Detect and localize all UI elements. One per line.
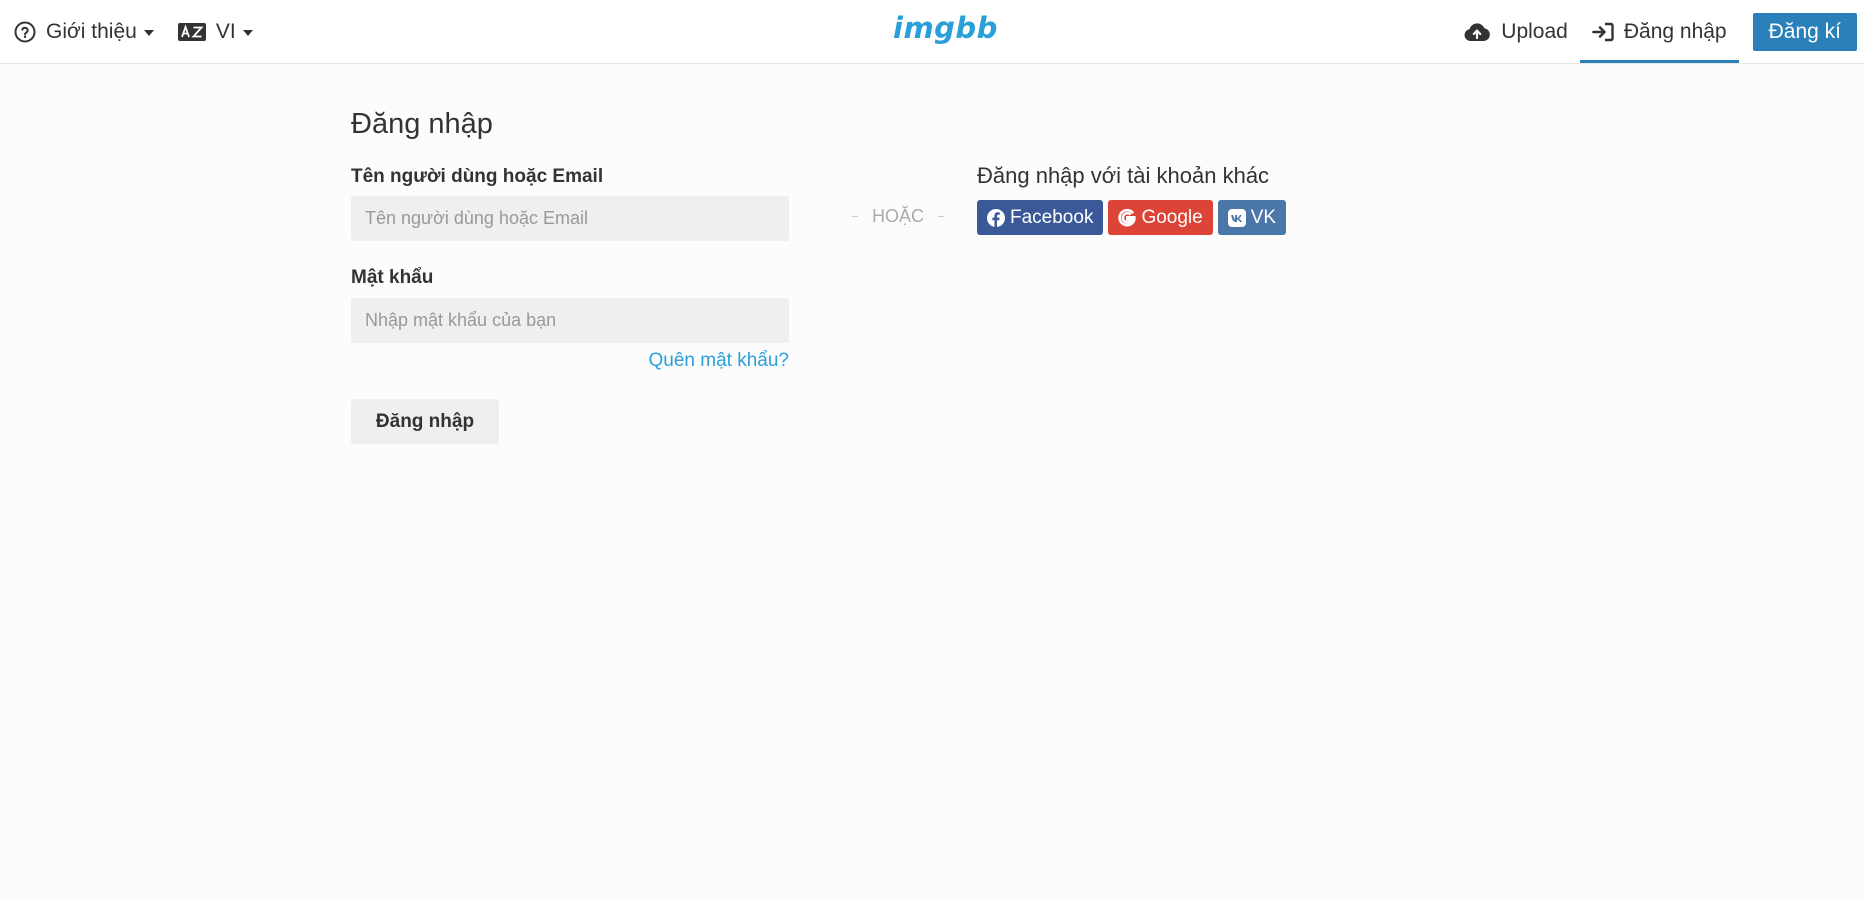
nav-right: Upload Đăng nhập Đăng kí — [1451, 0, 1857, 63]
username-input[interactable] — [351, 196, 789, 241]
language-icon — [177, 22, 206, 41]
google-login-button[interactable]: Google — [1108, 200, 1213, 235]
upload-label: Upload — [1501, 19, 1568, 43]
about-label: Giới thiệu — [46, 19, 137, 43]
separator-line — [938, 216, 945, 217]
upload-link[interactable]: Upload — [1451, 0, 1580, 63]
or-label: HOẶC — [872, 206, 925, 226]
vk-icon — [1227, 208, 1246, 227]
login-link[interactable]: Đăng nhập — [1579, 0, 1739, 63]
sign-in-icon — [1592, 22, 1614, 42]
google-icon — [1118, 208, 1137, 227]
facebook-label: Facebook — [1010, 206, 1094, 228]
about-menu[interactable]: Giới thiệu — [14, 20, 154, 44]
vk-login-button[interactable]: VK — [1217, 200, 1287, 235]
login-nav-label: Đăng nhập — [1623, 19, 1727, 43]
cloud-upload-icon — [1463, 22, 1491, 42]
page-title: Đăng nhập — [351, 108, 493, 140]
google-label: Google — [1141, 206, 1203, 228]
social-login-title: Đăng nhập với tài khoản khác — [977, 163, 1270, 188]
password-label: Mật khẩu — [351, 267, 434, 288]
username-label: Tên người dùng hoặc Email — [351, 166, 604, 187]
language-menu[interactable]: VI — [177, 19, 253, 44]
chevron-down-icon — [143, 29, 154, 36]
separator-line — [852, 216, 858, 217]
vk-label: VK — [1250, 206, 1277, 228]
or-separator: HOẶC — [838, 206, 958, 227]
login-submit-button[interactable]: Đăng nhập — [351, 399, 499, 444]
help-circle-icon — [14, 21, 36, 43]
social-login-buttons: Facebook Google VK — [977, 200, 1291, 235]
nav-left: Giới thiệu VI — [14, 0, 277, 63]
top-navbar: Giới thiệu VI imgbb Upload Đăng nhập Đăn… — [0, 0, 1865, 64]
facebook-login-button[interactable]: Facebook — [977, 200, 1104, 235]
language-label: VI — [215, 19, 236, 43]
site-logo[interactable]: imgbb — [893, 11, 997, 45]
forgot-password-link[interactable]: Quên mật khẩu? — [649, 350, 789, 372]
signup-button[interactable]: Đăng kí — [1752, 12, 1857, 51]
chevron-down-icon — [242, 29, 253, 36]
facebook-icon — [987, 208, 1005, 227]
password-input[interactable] — [351, 298, 789, 343]
